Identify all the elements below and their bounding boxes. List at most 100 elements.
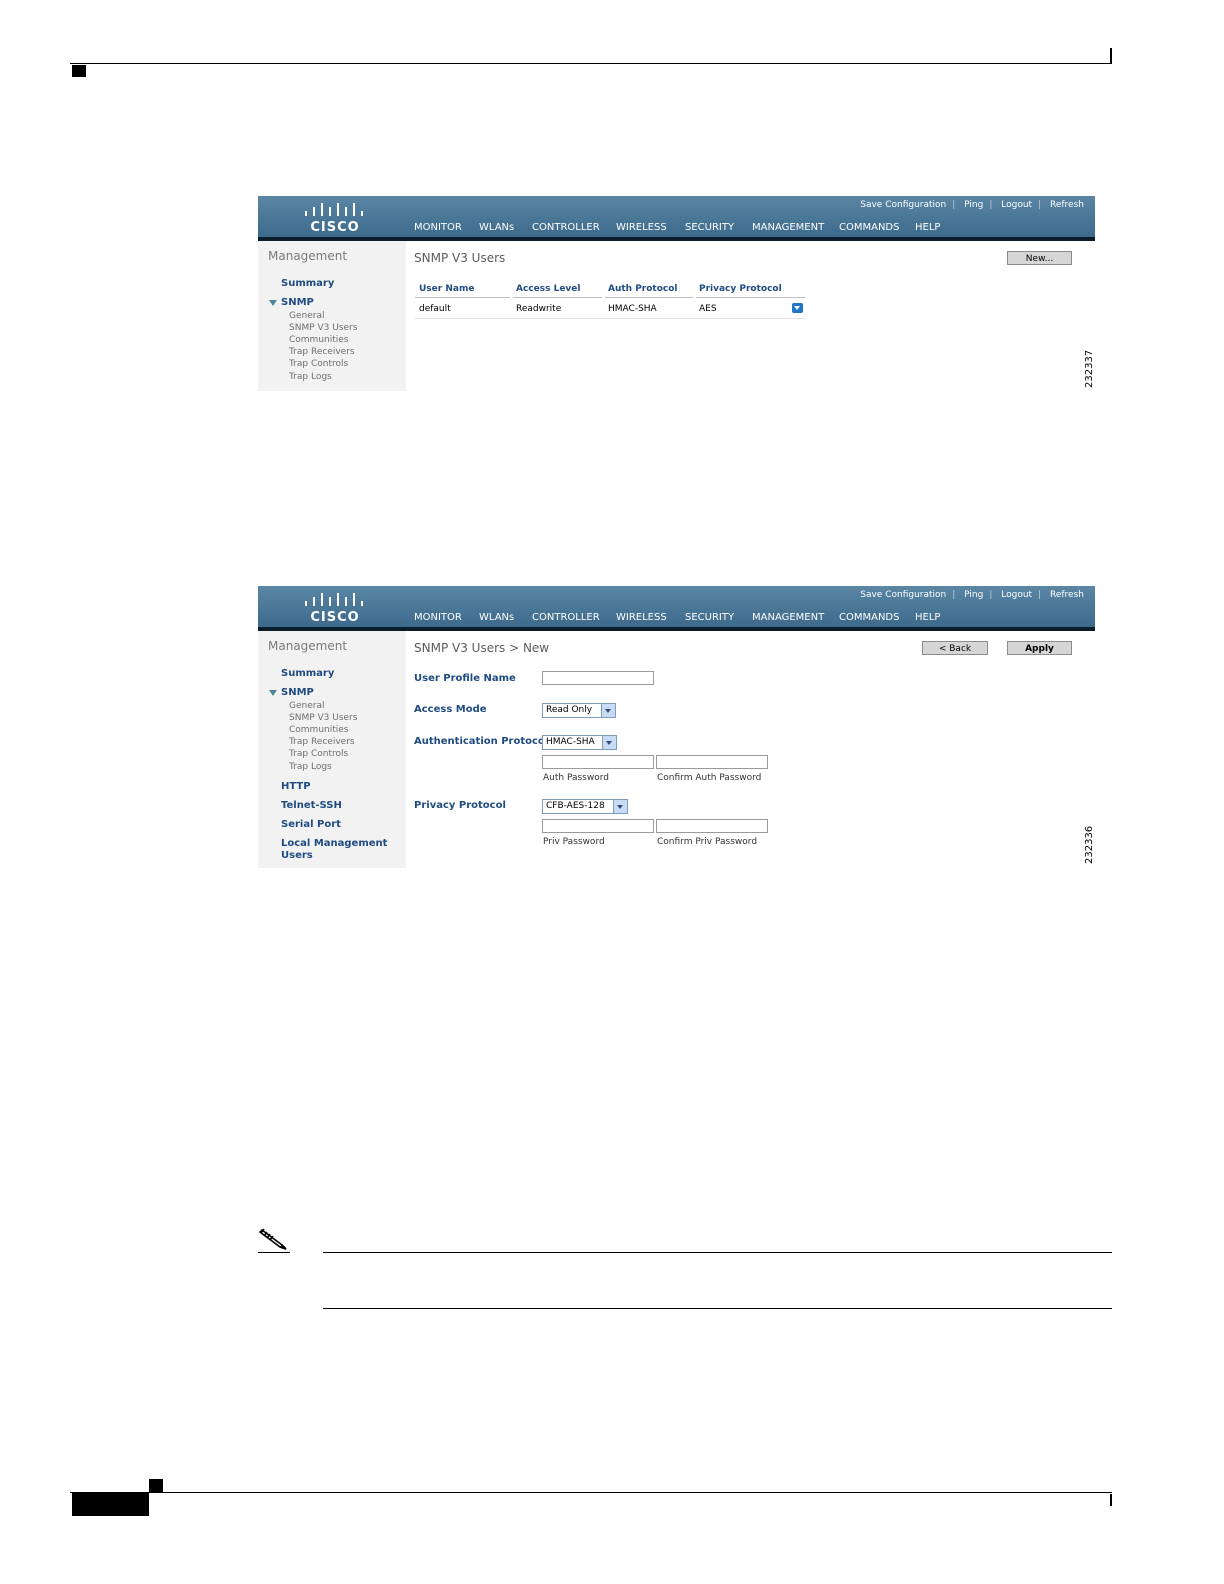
sidebar-item-snmp-v3-users[interactable]: SNMP V3 Users — [289, 713, 357, 723]
auth-password-label: Auth Password — [543, 773, 609, 783]
header-rule — [70, 63, 1112, 64]
screenshot-snmp-v3-users-new: CISCO Save Configuration | Ping | Logout | … — [258, 586, 1095, 868]
note-bottom-rule — [323, 1308, 1112, 1309]
menu-help[interactable]: HELP — [915, 612, 940, 623]
table-row-divider — [415, 318, 805, 319]
sidebar-item-trap-controls[interactable]: Trap Controls — [289, 749, 348, 759]
figure-id: 232337 — [1084, 349, 1095, 388]
apply-button[interactable]: Apply — [1007, 641, 1072, 655]
screenshot-snmp-v3-users: CISCO Save Configuration | Ping | Logout | … — [258, 196, 1095, 391]
save-configuration-link[interactable]: Save Configuration — [860, 200, 946, 210]
user-profile-name-input[interactable] — [542, 671, 654, 685]
refresh-link[interactable]: Refresh — [1050, 590, 1084, 600]
page-title: SNMP V3 Users — [414, 251, 506, 265]
logout-link[interactable]: Logout — [1001, 590, 1032, 600]
access-mode-select[interactable]: Read Only — [542, 703, 616, 718]
priv-password-input[interactable] — [542, 819, 654, 833]
sidebar-item-trap-receivers[interactable]: Trap Receivers — [289, 347, 355, 357]
menu-wlans[interactable]: WLANs — [479, 222, 514, 233]
menu-wlans[interactable]: WLANs — [479, 612, 514, 623]
note-icon-underline — [258, 1252, 290, 1253]
sidebar-item-snmp[interactable]: SNMP — [281, 297, 314, 308]
row-dropdown-icon[interactable] — [792, 303, 803, 313]
menu-wireless[interactable]: WIRELESS — [616, 222, 667, 233]
ping-link[interactable]: Ping — [964, 200, 983, 210]
auth-password-input[interactable] — [542, 755, 654, 769]
sidebar-item-snmp-v3-users[interactable]: SNMP V3 Users — [289, 323, 357, 333]
header-underline — [513, 297, 602, 298]
menu-security[interactable]: SECURITY — [685, 222, 734, 233]
sidebar-item-trap-receivers[interactable]: Trap Receivers — [289, 737, 355, 747]
cisco-bars-icon — [305, 203, 363, 216]
menu-monitor[interactable]: MONITOR — [414, 222, 462, 233]
cell-access-level: Readwrite — [516, 304, 562, 314]
footer-rule — [70, 1492, 1112, 1493]
sidebar-item-users[interactable]: Users — [281, 850, 313, 861]
logout-link[interactable]: Logout — [1001, 200, 1032, 210]
refresh-link[interactable]: Refresh — [1050, 200, 1084, 210]
menu-commands[interactable]: COMMANDS — [839, 222, 899, 233]
sidebar-item-local-management[interactable]: Local Management — [281, 838, 387, 849]
cell-privacy-protocol: AES — [699, 304, 717, 314]
expand-triangle-icon[interactable] — [269, 300, 277, 306]
expand-triangle-icon[interactable] — [269, 690, 277, 696]
figure-id: 232336 — [1084, 825, 1095, 864]
sidebar-item-http[interactable]: HTTP — [281, 781, 311, 792]
authentication-protocol-label: Authentication Protocol — [414, 736, 549, 747]
menu-wireless[interactable]: WIRELESS — [616, 612, 667, 623]
privacy-protocol-value: CFB-AES-128 — [546, 801, 605, 811]
menu-security[interactable]: SECURITY — [685, 612, 734, 623]
menu-management[interactable]: MANAGEMENT — [752, 612, 824, 623]
app-header: CISCO Save Configuration | Ping | Logout | … — [258, 196, 1095, 240]
utility-links: Save Configuration | Ping | Logout | Refres… — [860, 590, 1084, 600]
sidebar-item-snmp[interactable]: SNMP — [281, 687, 314, 698]
header-marker — [72, 65, 86, 77]
col-user-name: User Name — [419, 284, 475, 294]
chevron-down-icon[interactable] — [613, 800, 627, 813]
footer-marker — [149, 1479, 163, 1492]
sidebar-item-serial-port[interactable]: Serial Port — [281, 819, 341, 830]
ping-link[interactable]: Ping — [964, 590, 983, 600]
menu-controller[interactable]: CONTROLLER — [532, 222, 600, 233]
sidebar-item-general[interactable]: General — [289, 311, 324, 321]
menu-help[interactable]: HELP — [915, 222, 940, 233]
confirm-priv-password-input[interactable] — [656, 819, 768, 833]
page-title: SNMP V3 Users > New — [414, 641, 550, 655]
menu-monitor[interactable]: MONITOR — [414, 612, 462, 623]
sidebar-item-telnet-ssh[interactable]: Telnet-SSH — [281, 800, 342, 811]
sidebar-item-summary[interactable]: Summary — [281, 278, 334, 289]
save-configuration-link[interactable]: Save Configuration — [860, 590, 946, 600]
sidebar-item-summary[interactable]: Summary — [281, 668, 334, 679]
sidebar-item-communities[interactable]: Communities — [289, 335, 349, 345]
authentication-protocol-select[interactable]: HMAC-SHA — [542, 735, 617, 750]
sidebar-item-communities[interactable]: Communities — [289, 725, 349, 735]
header-underline — [696, 297, 805, 298]
confirm-auth-password-input[interactable] — [656, 755, 768, 769]
sidebar-item-trap-logs[interactable]: Trap Logs — [289, 762, 332, 772]
sidebar-item-trap-logs[interactable]: Trap Logs — [289, 372, 332, 382]
access-mode-label: Access Mode — [414, 704, 487, 715]
sidebar-item-general[interactable]: General — [289, 701, 324, 711]
menu-commands[interactable]: COMMANDS — [839, 612, 899, 623]
priv-password-label: Priv Password — [543, 837, 605, 847]
menu-controller[interactable]: CONTROLLER — [532, 612, 600, 623]
sidebar-item-trap-controls[interactable]: Trap Controls — [289, 359, 348, 369]
col-auth-protocol: Auth Protocol — [608, 284, 678, 294]
menu-management[interactable]: MANAGEMENT — [752, 222, 824, 233]
cisco-logo: CISCO — [305, 202, 365, 235]
new-button[interactable]: New... — [1007, 251, 1072, 265]
cell-auth-protocol: HMAC-SHA — [608, 304, 657, 314]
cisco-logo: CISCO — [305, 592, 365, 625]
col-privacy-protocol: Privacy Protocol — [699, 284, 782, 294]
header-tick — [1110, 48, 1112, 64]
header-underline — [605, 297, 693, 298]
chevron-down-icon[interactable] — [602, 736, 616, 749]
header-underline — [415, 297, 510, 298]
back-button[interactable]: < Back — [922, 641, 988, 655]
utility-links: Save Configuration | Ping | Logout | Refres… — [860, 200, 1084, 210]
sidebar: Management Summary SNMP General SNMP V3 … — [258, 241, 406, 391]
chevron-down-icon[interactable] — [601, 704, 615, 717]
sidebar: Management Summary SNMP General SNMP V3 … — [258, 631, 406, 868]
cell-user-name[interactable]: default — [419, 304, 451, 314]
privacy-protocol-select[interactable]: CFB-AES-128 — [542, 799, 628, 814]
